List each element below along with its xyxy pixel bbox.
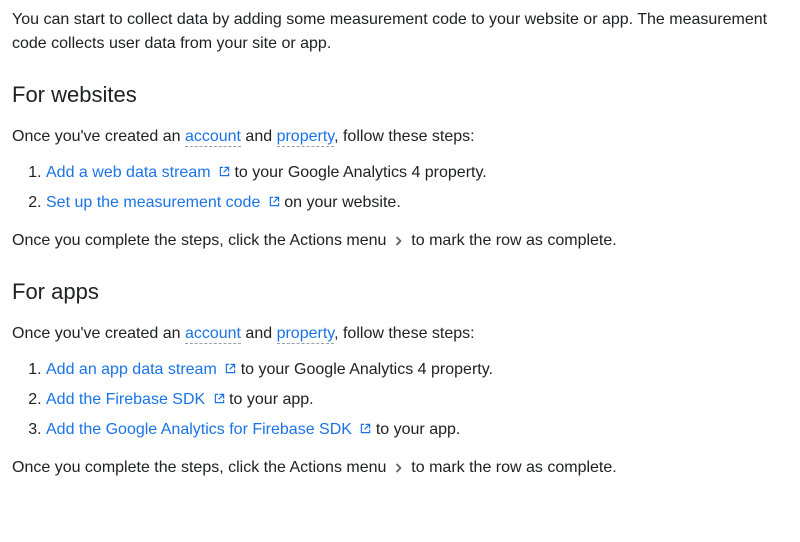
text-fragment: Once you complete the steps, click the A…: [12, 459, 391, 476]
link-add-app-data-stream[interactable]: Add an app data stream: [46, 361, 241, 378]
external-link-icon: [214, 393, 225, 404]
external-link-icon: [219, 166, 230, 177]
glossary-term-account[interactable]: account: [185, 128, 241, 147]
text-fragment: and: [241, 128, 277, 145]
list-item: Add the Firebase SDK to your app.: [46, 388, 788, 412]
websites-actions-paragraph: Once you complete the steps, click the A…: [12, 229, 788, 253]
glossary-term-account[interactable]: account: [185, 325, 241, 344]
websites-lead-paragraph: Once you've created an account and prope…: [12, 125, 788, 149]
link-add-web-data-stream[interactable]: Add a web data stream: [46, 164, 234, 181]
link-label: Add the Google Analytics for Firebase SD…: [46, 421, 352, 438]
heading-for-websites: For websites: [12, 78, 788, 111]
link-setup-measurement-code[interactable]: Set up the measurement code: [46, 194, 284, 211]
text-fragment: to mark the row as complete.: [407, 232, 617, 249]
text-fragment: to your app.: [229, 391, 314, 408]
text-fragment: , follow these steps:: [334, 128, 475, 145]
websites-steps-list: Add a web data stream to your Google Ana…: [12, 161, 788, 215]
list-item: Set up the measurement code on your webs…: [46, 191, 788, 215]
text-fragment: Once you've created an: [12, 128, 185, 145]
chevron-right-icon: [393, 462, 405, 474]
apps-lead-paragraph: Once you've created an account and prope…: [12, 322, 788, 346]
text-fragment: Once you've created an: [12, 325, 185, 342]
chevron-right-icon: [393, 235, 405, 247]
link-label: Add a web data stream: [46, 164, 211, 181]
link-label: Add the Firebase SDK: [46, 391, 205, 408]
external-link-icon: [360, 423, 371, 434]
text-fragment: on your website.: [284, 194, 401, 211]
link-label: Set up the measurement code: [46, 194, 260, 211]
heading-for-apps: For apps: [12, 275, 788, 308]
text-fragment: to mark the row as complete.: [407, 459, 617, 476]
list-item: Add the Google Analytics for Firebase SD…: [46, 418, 788, 442]
text-fragment: Once you complete the steps, click the A…: [12, 232, 391, 249]
apps-actions-paragraph: Once you complete the steps, click the A…: [12, 456, 788, 480]
text-fragment: to your Google Analytics 4 property.: [241, 361, 493, 378]
link-label: Add an app data stream: [46, 361, 217, 378]
glossary-term-property[interactable]: property: [277, 128, 335, 147]
apps-steps-list: Add an app data stream to your Google An…: [12, 358, 788, 442]
intro-text: You can start to collect data by adding …: [12, 8, 788, 56]
text-fragment: to your app.: [376, 421, 461, 438]
text-fragment: and: [241, 325, 277, 342]
list-item: Add a web data stream to your Google Ana…: [46, 161, 788, 185]
external-link-icon: [269, 196, 280, 207]
text-fragment: , follow these steps:: [334, 325, 475, 342]
external-link-icon: [225, 363, 236, 374]
link-add-firebase-sdk[interactable]: Add the Firebase SDK: [46, 391, 229, 408]
glossary-term-property[interactable]: property: [277, 325, 335, 344]
list-item: Add an app data stream to your Google An…: [46, 358, 788, 382]
text-fragment: to your Google Analytics 4 property.: [234, 164, 486, 181]
link-add-ga-firebase-sdk[interactable]: Add the Google Analytics for Firebase SD…: [46, 421, 376, 438]
